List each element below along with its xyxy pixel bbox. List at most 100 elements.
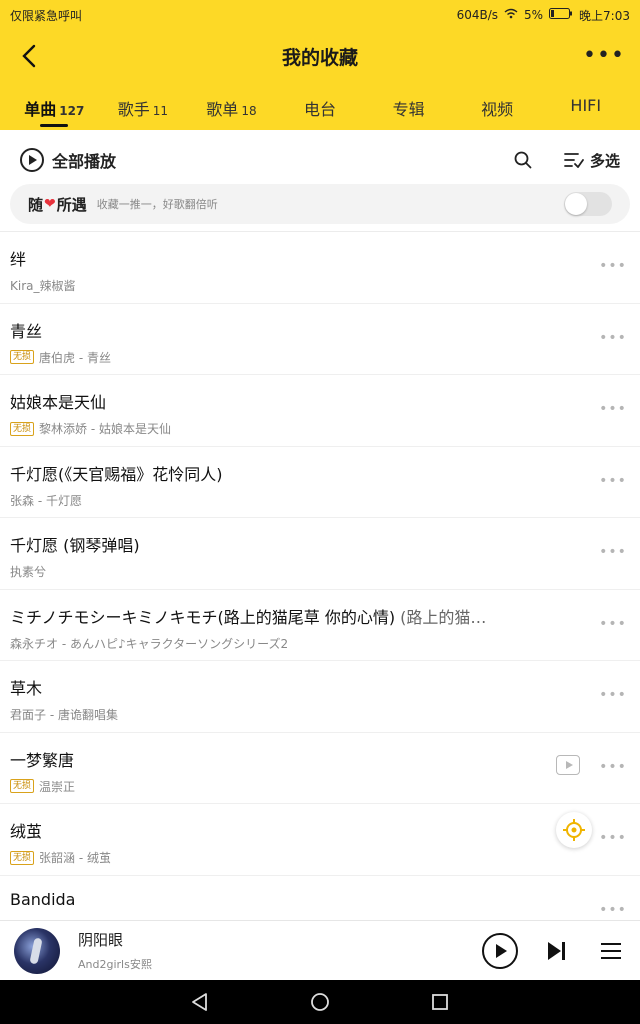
- song-row[interactable]: 绒茧 无损 张韶涵 - 绒茧 •••: [0, 804, 640, 876]
- random-recommend-toggle[interactable]: [564, 192, 612, 216]
- system-nav-bar: [0, 980, 640, 1024]
- more-dots-icon: •••: [583, 42, 625, 68]
- song-more-button[interactable]: •••: [598, 683, 628, 707]
- status-bar: 仅限紧急呼叫 604B/s 5% 晚上7:03: [0, 0, 640, 30]
- song-more-button[interactable]: •••: [598, 254, 628, 278]
- now-playing-title: 阴阳眼: [78, 931, 124, 949]
- next-track-button[interactable]: [542, 936, 572, 966]
- nav-recents-icon: [432, 994, 448, 1010]
- song-row[interactable]: 青丝 无损 唐伯虎 - 青丝 •••: [0, 304, 640, 375]
- header: 我的收藏 •••: [0, 30, 640, 82]
- search-icon: [514, 151, 532, 169]
- lossless-badge: 无损: [10, 850, 35, 865]
- song-title: Bandida: [10, 889, 76, 909]
- nav-home-button[interactable]: [305, 987, 335, 1017]
- page-title: 我的收藏: [281, 47, 358, 69]
- song-title: 千灯愿(《天官赐福》花怜同人): [10, 464, 223, 484]
- song-list: 绊 Kira_辣椒酱 ••• 青丝 无损 唐伯虎 - 青丝 ••• 姑娘本是天仙 …: [0, 232, 640, 920]
- song-row[interactable]: ミチノチモシーキミノキモチ(路上的猫尾草 你的心情) (路上的猫… 森永チオ -…: [0, 590, 640, 661]
- tab-songs[interactable]: 单曲 127: [10, 82, 99, 120]
- tab-albums[interactable]: 专辑: [364, 82, 453, 120]
- nav-recents-button[interactable]: [425, 987, 455, 1017]
- song-title: 青丝: [10, 321, 43, 341]
- play-circle-icon: [20, 148, 44, 172]
- random-recommend-description: 收藏一推一，好歌翻倍听: [96, 198, 218, 211]
- song-meta: 张森 - 千灯愿: [10, 493, 82, 508]
- song-title: 千灯愿 (钢琴弹唱): [10, 536, 140, 555]
- tab-artists[interactable]: 歌手 11: [99, 82, 188, 120]
- song-more-button[interactable]: •••: [598, 326, 628, 350]
- song-meta: 森永チオ - あんハピ♪キャラクターソングシリーズ2: [10, 636, 289, 651]
- song-row[interactable]: 一梦繁唐 无损 温崇正 •••: [0, 733, 640, 804]
- nav-back-button[interactable]: [185, 987, 215, 1017]
- play-pause-button[interactable]: [482, 932, 518, 969]
- song-meta: 无损 张韶涵 - 绒茧: [10, 849, 560, 866]
- now-playing-info[interactable]: 阴阳眼 And2girls安熙: [78, 929, 152, 972]
- multi-select-icon: [564, 153, 584, 168]
- heart-icon: ❤: [44, 196, 56, 212]
- song-more-button[interactable]: •••: [598, 469, 628, 493]
- song-more-button[interactable]: •••: [598, 898, 628, 921]
- song-title: 绊: [10, 250, 27, 269]
- lossless-badge: 无损: [10, 350, 35, 364]
- song-row[interactable]: Bandida •••: [0, 876, 640, 921]
- multi-select-label: 多选: [589, 151, 620, 170]
- song-meta: Kira_辣椒酱: [10, 279, 76, 293]
- song-row[interactable]: 草木 君面子 - 唐诡翻唱集 •••: [0, 661, 640, 733]
- nav-back-icon: [192, 993, 207, 1011]
- song-row[interactable]: 绊 Kira_辣椒酱 •••: [0, 232, 640, 304]
- tab-playlists[interactable]: 歌单 18: [187, 82, 276, 120]
- song-more-button[interactable]: •••: [598, 826, 628, 850]
- song-title: ミチノチモシーキミノキモチ(路上的猫尾草 你的心情) (路上的猫…: [10, 607, 487, 627]
- nav-home-icon: [311, 993, 329, 1011]
- song-title: 草木: [10, 679, 43, 698]
- lossless-badge: 无损: [10, 779, 35, 793]
- carrier-text: 仅限紧急呼叫: [10, 8, 83, 23]
- random-recommend-bar: 随 ❤ 所遇 收藏一推一，好歌翻倍听: [10, 184, 630, 224]
- song-title-alias: (路上的猫…: [395, 607, 487, 627]
- mini-player: 阴阳眼 And2girls安熙: [0, 920, 640, 980]
- song-meta: 无损 唐伯虎 - 青丝: [10, 349, 560, 366]
- locate-target-icon: [563, 819, 585, 841]
- song-title: 姑娘本是天仙: [10, 393, 107, 412]
- tab-videos[interactable]: 视频: [453, 82, 542, 120]
- song-title: 一梦繁唐: [10, 750, 75, 770]
- song-row[interactable]: 千灯愿(《天官赐福》花怜同人) 张森 - 千灯愿 •••: [0, 447, 640, 518]
- song-more-button[interactable]: •••: [598, 397, 628, 421]
- playlist-icon: [601, 942, 621, 959]
- back-arrow-icon: [22, 44, 36, 68]
- wifi-icon: [504, 8, 518, 22]
- mv-play-icon[interactable]: [556, 754, 580, 775]
- random-recommend-title: 随 ❤ 所遇: [28, 195, 87, 214]
- now-playing-artist: And2girls安熙: [78, 958, 152, 971]
- song-meta: 无损 黎林添娇 - 姑娘本是天仙: [10, 420, 560, 437]
- toggle-knob: [565, 193, 587, 215]
- lossless-badge: 无损: [10, 421, 35, 436]
- song-row[interactable]: 千灯愿 (钢琴弹唱) 执素兮 •••: [0, 518, 640, 590]
- next-track-icon: [548, 941, 565, 960]
- album-cover[interactable]: [14, 927, 60, 974]
- song-row[interactable]: 姑娘本是天仙 无损 黎林添娇 - 姑娘本是天仙 •••: [0, 375, 640, 447]
- battery-percent: 5%: [524, 8, 544, 22]
- network-speed: 604B/s: [456, 8, 498, 22]
- back-button[interactable]: [14, 40, 44, 72]
- play-all-label: 全部播放: [52, 152, 117, 171]
- song-meta: 无损 温崇正: [10, 778, 560, 795]
- list-toolbar: 全部播放 多选: [0, 140, 640, 180]
- tab-radio[interactable]: 电台: [276, 82, 365, 120]
- clock: 晚上7:03: [579, 8, 630, 23]
- locate-current-song-button[interactable]: [556, 812, 592, 848]
- more-options-button[interactable]: •••: [583, 40, 625, 70]
- song-meta: 执素兮: [10, 565, 47, 579]
- song-meta: 君面子 - 唐诡翻唱集: [10, 708, 118, 722]
- tab-hifi[interactable]: HIFI: [541, 82, 630, 115]
- play-all-button[interactable]: 全部播放: [20, 148, 116, 172]
- status-indicators: 604B/s 5% 晚上7:03: [457, 7, 630, 24]
- song-more-button[interactable]: •••: [598, 755, 628, 779]
- song-more-button[interactable]: •••: [598, 612, 628, 636]
- song-more-button[interactable]: •••: [598, 540, 628, 564]
- playlist-button[interactable]: [596, 936, 626, 966]
- search-button[interactable]: [508, 145, 538, 175]
- tab-bar: 单曲 127 歌手 11 歌单 18 电台 专辑 视频 HIFI: [0, 82, 640, 130]
- multi-select-button[interactable]: 多选: [564, 150, 620, 171]
